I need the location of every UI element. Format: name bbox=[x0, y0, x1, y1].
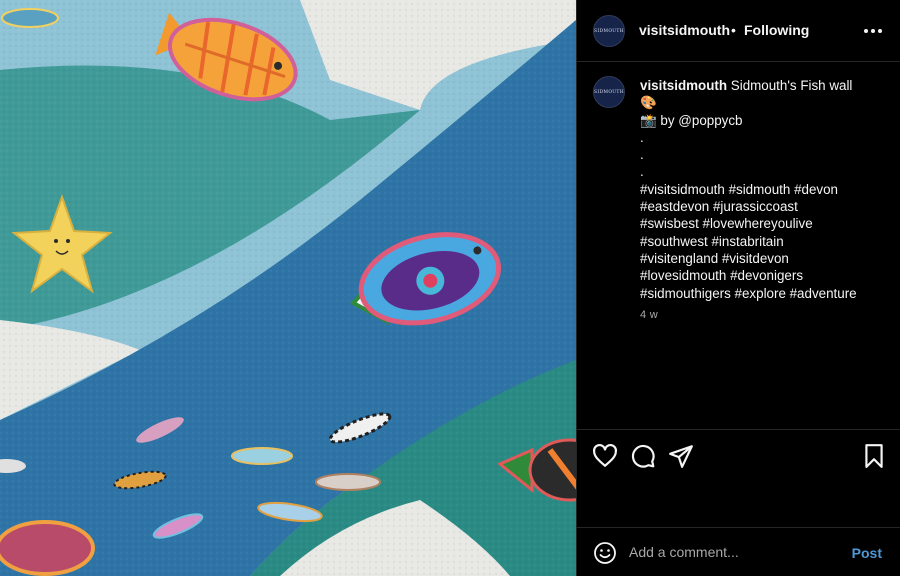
caption-dot: . bbox=[640, 129, 644, 145]
hashtag-line[interactable]: #southwest #instabritain bbox=[640, 233, 880, 250]
post-comment-button[interactable]: Post bbox=[852, 545, 882, 561]
credit-mention-link[interactable]: by @poppycb bbox=[660, 113, 742, 128]
hashtag-line[interactable]: #lovesidmouth #devonigers bbox=[640, 267, 880, 284]
caption-username-link[interactable]: visitsidmouth bbox=[640, 78, 727, 93]
emoji-smile-icon[interactable] bbox=[593, 541, 617, 565]
hashtag-line[interactable]: #visitengland #visitdevon bbox=[640, 250, 880, 267]
hashtag-line[interactable]: #eastdevon #jurassiccoast bbox=[640, 198, 880, 215]
caption-credit-line: 📸 by @poppycb bbox=[640, 112, 880, 129]
caption-text: visitsidmouth Sidmouth's Fish wall 🎨 📸 b… bbox=[640, 77, 880, 302]
comment-input[interactable] bbox=[629, 540, 839, 564]
heart-icon[interactable] bbox=[592, 443, 618, 469]
post-image[interactable] bbox=[0, 0, 576, 576]
bookmark-icon[interactable] bbox=[861, 443, 887, 469]
more-horizontal-icon[interactable] bbox=[864, 29, 882, 33]
post-timestamp[interactable]: 4 w bbox=[640, 309, 658, 321]
comment-icon[interactable] bbox=[630, 443, 656, 469]
palette-emoji: 🎨 bbox=[640, 95, 657, 111]
caption-dot: . bbox=[640, 164, 644, 180]
caption-dot: . bbox=[640, 147, 644, 163]
comment-bar: Post bbox=[577, 527, 900, 576]
caption-area: SIDMOUTH visitsidmouth Sidmouth's Fish w… bbox=[577, 62, 900, 428]
avatar[interactable]: SIDMOUTH bbox=[593, 15, 625, 47]
send-icon[interactable] bbox=[668, 443, 694, 469]
camera-emoji: 📸 bbox=[640, 112, 657, 128]
caption-avatar[interactable]: SIDMOUTH bbox=[593, 76, 625, 108]
post-side-panel: SIDMOUTH visitsidmouth • Following SIDMO… bbox=[576, 0, 900, 576]
action-bar bbox=[577, 429, 900, 527]
caption-title: Sidmouth's Fish wall bbox=[730, 78, 853, 93]
header-username-link[interactable]: visitsidmouth bbox=[639, 22, 730, 38]
hashtag-line[interactable]: #swisbest #lovewhereyoulive bbox=[640, 215, 880, 232]
post-header: SIDMOUTH visitsidmouth • Following bbox=[577, 0, 900, 62]
hashtag-line[interactable]: #sidmouthigers #explore #adventure bbox=[640, 285, 880, 302]
mural-illustration bbox=[0, 0, 576, 576]
avatar-text: SIDMOUTH bbox=[594, 28, 624, 34]
header-separator: • bbox=[731, 22, 736, 38]
following-button[interactable]: Following bbox=[744, 22, 809, 38]
caption-first-line: visitsidmouth Sidmouth's Fish wall bbox=[640, 77, 880, 94]
avatar-text: SIDMOUTH bbox=[594, 89, 624, 95]
hashtag-line[interactable]: #visitsidmouth #sidmouth #devon bbox=[640, 181, 880, 198]
